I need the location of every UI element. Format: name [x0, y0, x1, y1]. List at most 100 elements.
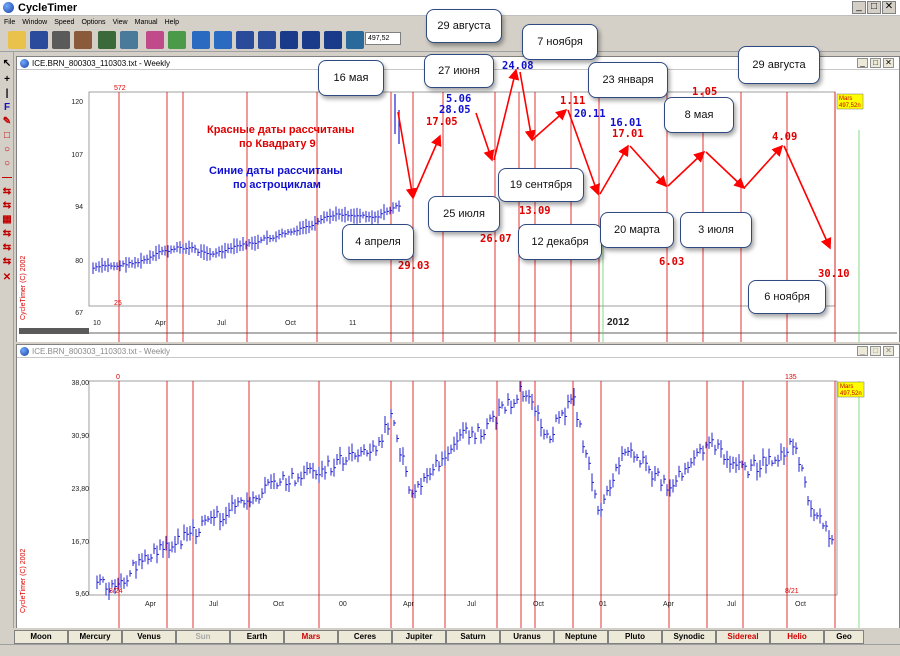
zoom-in-icon[interactable]: [192, 31, 210, 49]
legend-blue-line1: Синие даты рассчитаны: [209, 165, 343, 177]
delete-tool-icon[interactable]: ✕: [2, 272, 12, 284]
callout-text: 27 июня: [438, 65, 480, 77]
tab-mars[interactable]: Mars: [284, 630, 338, 644]
callout-25-july: 25 июля: [428, 196, 500, 232]
callout-23-jan: 23 января: [588, 62, 668, 98]
value-field[interactable]: 497,52: [365, 32, 401, 45]
bottom-chart-svg: 38,00 30,90 23,80 16,70 9,60 Apr Jul Oct 00 Apr J…: [17, 358, 899, 628]
export-icon[interactable]: [120, 31, 138, 49]
period-w-icon[interactable]: [302, 31, 320, 49]
bottom-badge-line1: Mars: [840, 384, 853, 390]
scrollbar-left[interactable]: [19, 328, 89, 334]
pointer-tool-icon[interactable]: ↖: [2, 58, 12, 70]
callout-27-june: 27 июня: [424, 54, 494, 88]
save-icon[interactable]: [30, 31, 48, 49]
rectangle-tool-icon[interactable]: □: [2, 130, 12, 142]
tab-uranus[interactable]: Uranus: [500, 630, 554, 644]
menu-help[interactable]: Help: [165, 19, 179, 26]
callout-6-nov: 6 ноября: [748, 280, 826, 314]
circle-tool-icon[interactable]: ○: [2, 144, 12, 156]
zoom-out-icon[interactable]: [214, 31, 232, 49]
tab-helio[interactable]: Helio: [770, 630, 824, 644]
tab-venus[interactable]: Venus: [122, 630, 176, 644]
callout-text: 7 ноября: [537, 36, 583, 48]
scale-x-icon[interactable]: [236, 31, 254, 49]
scale-y-icon[interactable]: [258, 31, 276, 49]
callout-text: 29 августа: [437, 20, 491, 32]
callout-text: 12 декабря: [531, 236, 589, 248]
app-title: CycleTimer: [18, 1, 78, 14]
menu-window[interactable]: Window: [22, 19, 47, 26]
bottom-y-tick: 9,60: [75, 591, 89, 598]
legend-blue-line2: по астроциклам: [233, 179, 321, 191]
top-minimize-icon[interactable]: _: [857, 58, 868, 68]
callout-7-nov: 7 ноября: [522, 24, 598, 60]
tab-sun[interactable]: Sun: [176, 630, 230, 644]
menu-manual[interactable]: Manual: [135, 19, 158, 26]
ellipse-tool-icon[interactable]: ○: [2, 158, 12, 170]
print-icon[interactable]: [52, 31, 70, 49]
period-d-icon[interactable]: [280, 31, 298, 49]
close-icon[interactable]: ✕: [882, 1, 896, 14]
tab-moon[interactable]: Moon: [14, 630, 68, 644]
top-y-tick: 80: [75, 258, 83, 265]
bottom-close-icon[interactable]: ✕: [883, 346, 894, 356]
date-blue-2805: 28.05: [439, 104, 471, 116]
tab-ceres[interactable]: Ceres: [338, 630, 392, 644]
top-x-tick: 10: [93, 320, 101, 327]
date-red-2607: 26.07: [480, 233, 512, 245]
tab-earth[interactable]: Earth: [230, 630, 284, 644]
line-tool-icon[interactable]: —: [2, 172, 12, 184]
font-tool-icon[interactable]: F: [2, 102, 12, 114]
palette-icon[interactable]: [146, 31, 164, 49]
menu-view[interactable]: View: [113, 19, 128, 26]
bottom-x-tick: Oct: [795, 601, 806, 608]
callout-text: 16 мая: [333, 72, 369, 84]
maximize-icon[interactable]: □: [867, 1, 881, 14]
bottom-y-tick: 38,00: [71, 380, 89, 387]
top-copyright: CycleTimer (C) 2002: [20, 256, 27, 320]
tab-synodic[interactable]: Synodic: [662, 630, 716, 644]
bottom-minimize-icon[interactable]: _: [857, 346, 868, 356]
minimize-icon[interactable]: _: [852, 1, 866, 14]
bottom-maximize-icon[interactable]: □: [870, 346, 881, 356]
callout-8-may: 8 мая: [664, 97, 734, 133]
menu-options[interactable]: Options: [81, 19, 105, 26]
date-red-0603: 6.03: [659, 256, 685, 268]
pencil-tool-icon[interactable]: ✎: [2, 116, 12, 128]
wave-icon[interactable]: [168, 31, 186, 49]
callout-29-aug-right: 29 августа: [738, 46, 820, 84]
top-maximize-icon[interactable]: □: [870, 58, 881, 68]
bottom-y-tick: 16,70: [71, 539, 89, 546]
tab-jupiter[interactable]: Jupiter: [392, 630, 446, 644]
tab-mercury[interactable]: Mercury: [68, 630, 122, 644]
top-close-icon[interactable]: ✕: [883, 58, 894, 68]
fan-tool-icon[interactable]: ⇆: [2, 256, 12, 268]
tab-neptune[interactable]: Neptune: [554, 630, 608, 644]
tab-pluto[interactable]: Pluto: [608, 630, 662, 644]
gann-tool-icon[interactable]: ⇆: [2, 200, 12, 212]
tab-saturn[interactable]: Saturn: [446, 630, 500, 644]
square-tool-icon[interactable]: ⇆: [2, 242, 12, 254]
chart-bars-icon[interactable]: [98, 31, 116, 49]
top-x-tick: Apr: [155, 320, 167, 327]
menu-file[interactable]: File: [4, 19, 15, 26]
notebook-icon[interactable]: [74, 31, 92, 49]
callout-text: 6 ноября: [764, 291, 810, 303]
tab-sidereal[interactable]: Sidereal: [716, 630, 770, 644]
fib-tool-icon[interactable]: ⇆: [2, 186, 12, 198]
top-x-tick: 11: [349, 320, 356, 327]
open-folder-icon[interactable]: [8, 31, 26, 49]
callout-20-march: 20 марта: [600, 212, 674, 248]
callout-text: 20 марта: [614, 224, 660, 236]
menu-speed[interactable]: Speed: [54, 19, 74, 26]
cross-tool-icon[interactable]: +: [2, 74, 12, 86]
period-m-icon[interactable]: [324, 31, 342, 49]
tab-geo[interactable]: Geo: [824, 630, 864, 644]
globe-icon[interactable]: [346, 31, 364, 49]
vline-tool-icon[interactable]: |: [2, 88, 12, 100]
cycle-tool-icon[interactable]: ⇆: [2, 228, 12, 240]
grid-tool-icon[interactable]: ▦: [2, 214, 12, 226]
top-y-tick: 94: [75, 204, 83, 211]
bottom-x-tick: 01: [599, 601, 607, 608]
